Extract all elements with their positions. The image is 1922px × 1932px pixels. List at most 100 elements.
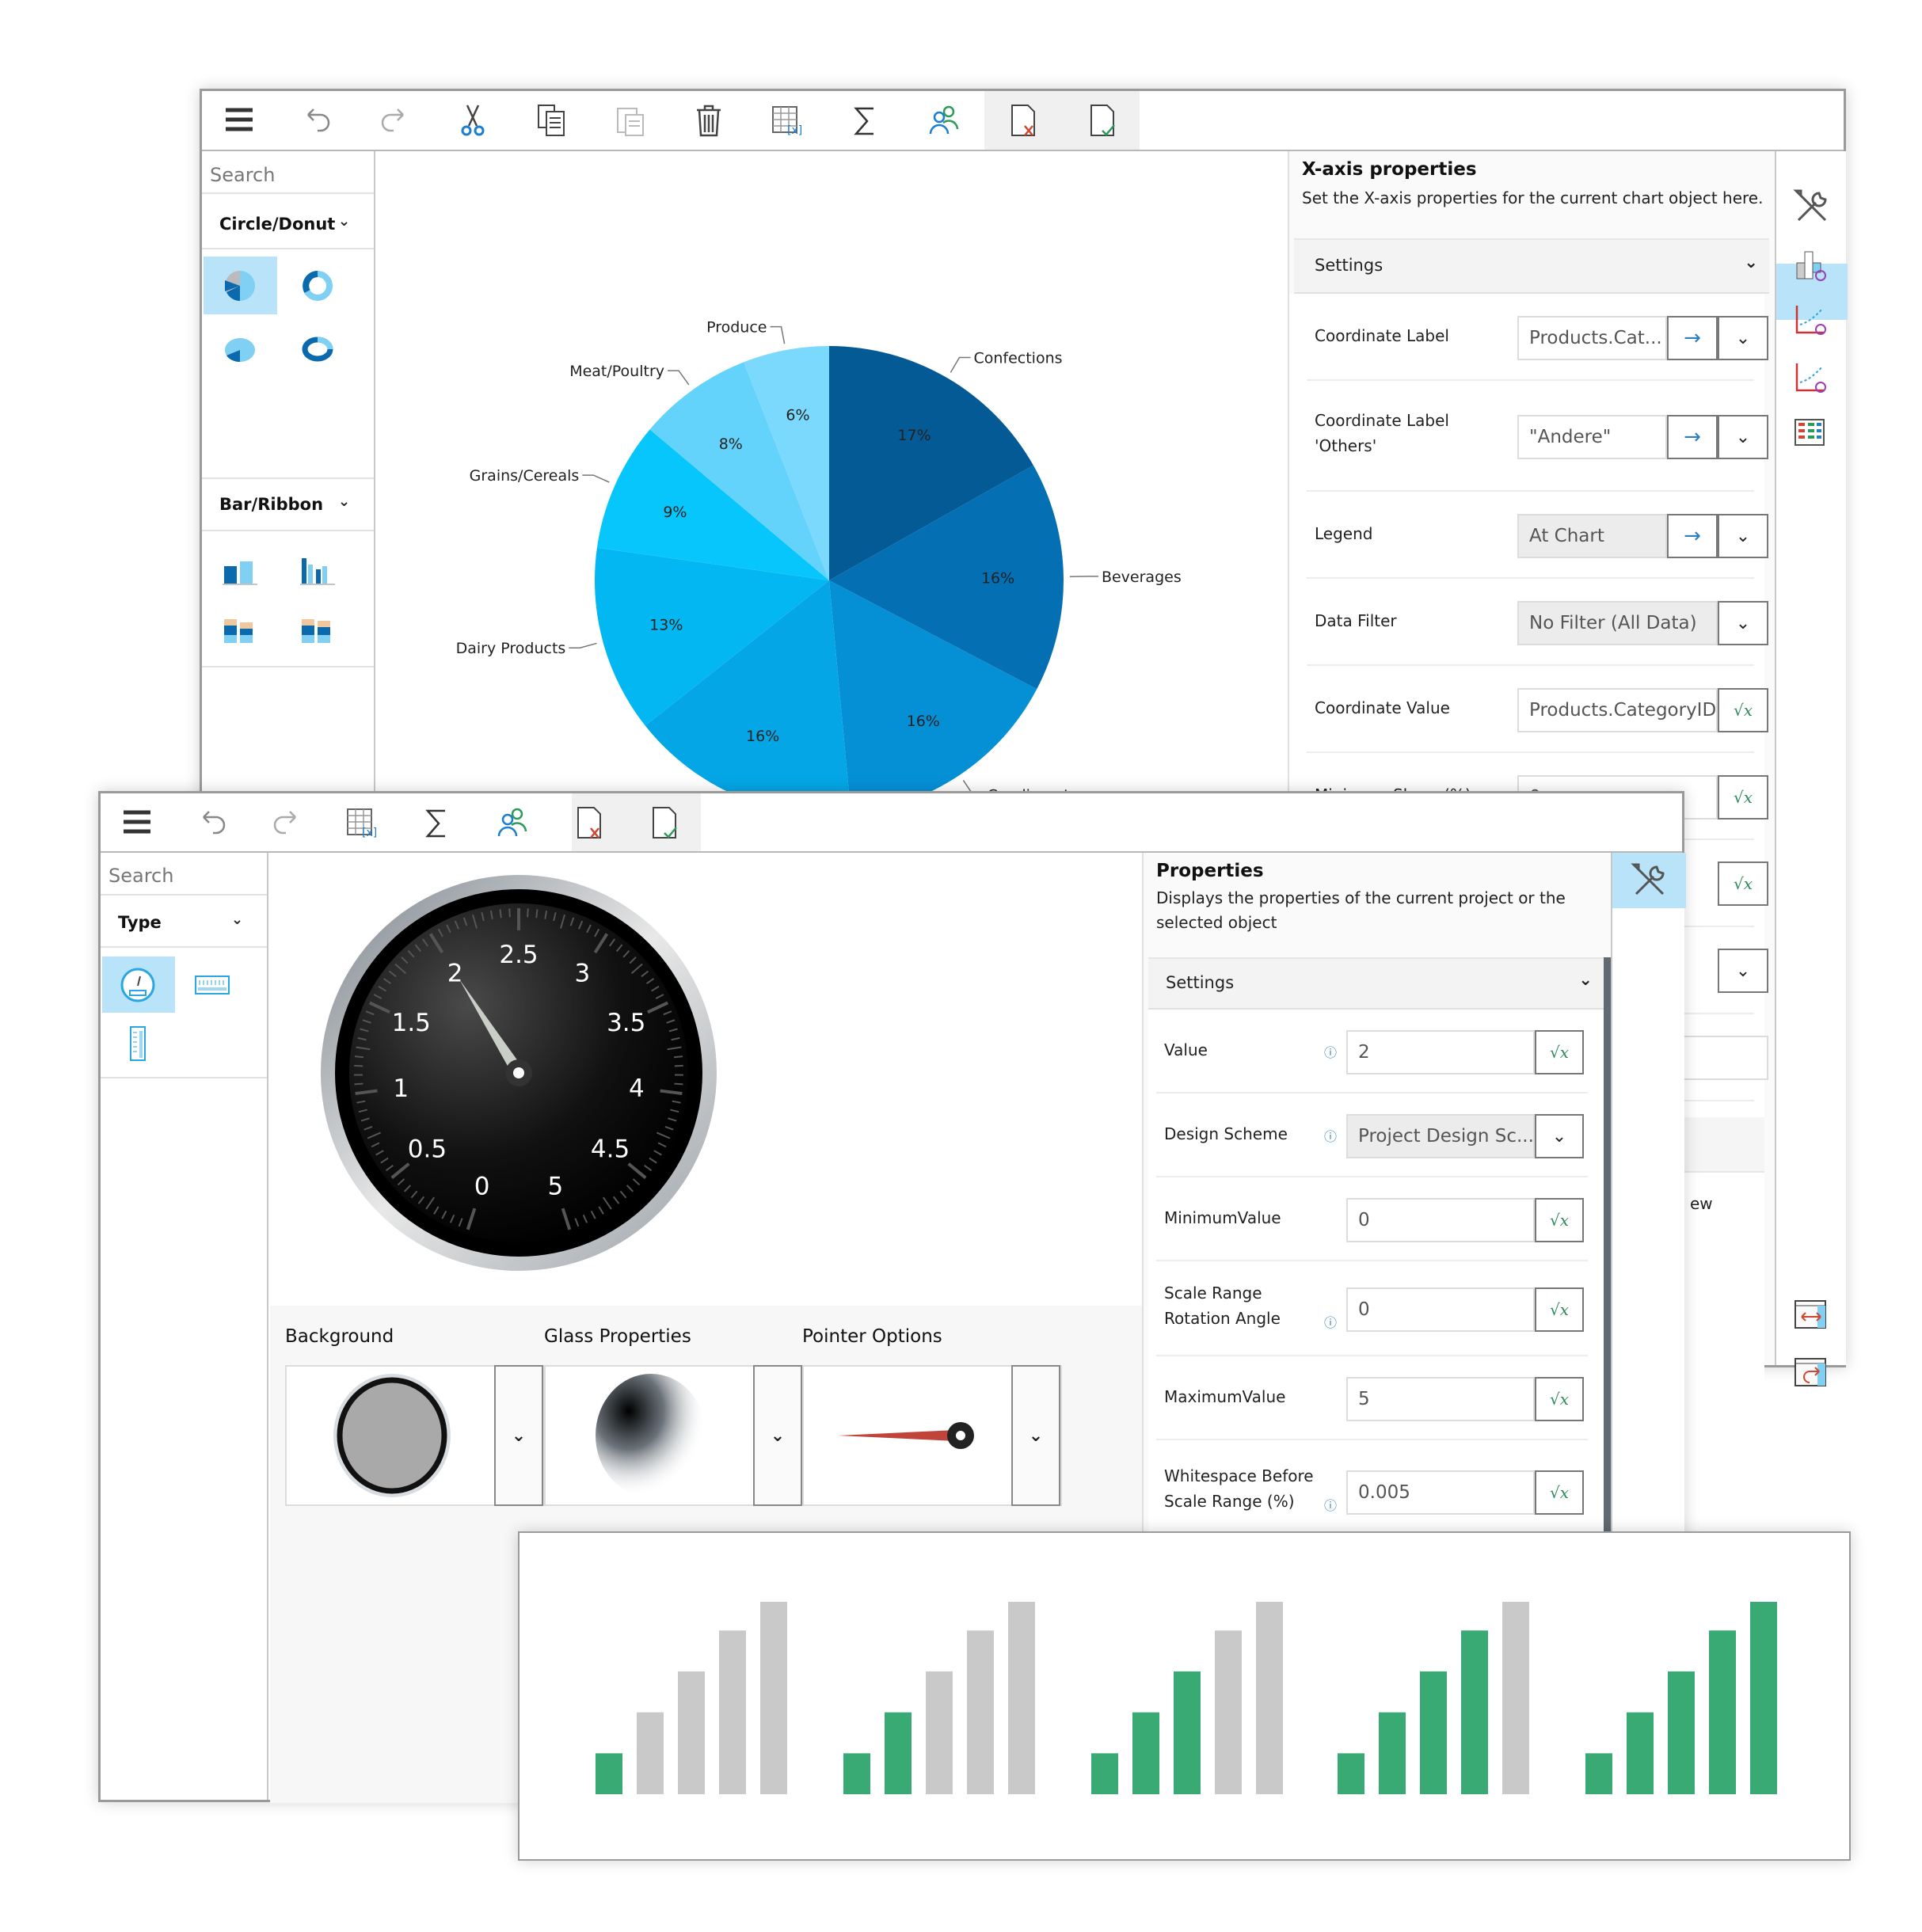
search-input[interactable]: Search — [108, 865, 173, 887]
undo-icon[interactable] — [293, 97, 341, 144]
y-axis-settings-icon[interactable] — [1792, 359, 1832, 398]
dropdown-button[interactable]: ⌄ — [1718, 316, 1768, 360]
formula-button[interactable]: √x — [1535, 1198, 1584, 1242]
redo-icon[interactable] — [263, 799, 310, 846]
property-value-input[interactable]: 0 — [1346, 1198, 1535, 1242]
property-value-input[interactable]: Products.CategoryID — [1517, 688, 1718, 732]
pie-3d-icon[interactable] — [222, 330, 257, 366]
property-value-input[interactable]: Products.Cat... — [1517, 316, 1667, 360]
sum-icon[interactable] — [413, 799, 460, 846]
chevron-down-icon[interactable]: ⌄ — [338, 213, 350, 230]
formula-button[interactable]: √x — [1535, 1030, 1584, 1074]
delete-icon[interactable] — [685, 97, 733, 144]
chart-settings-icon[interactable] — [1792, 245, 1832, 285]
stacked-column-icon[interactable] — [299, 612, 335, 648]
glass-properties-option[interactable]: ⌄ — [544, 1365, 804, 1506]
users-icon[interactable] — [489, 799, 536, 846]
chevron-down-icon[interactable]: ⌄ — [338, 493, 350, 510]
dropdown-button[interactable]: ⌄ — [1718, 949, 1768, 993]
gauge-tick-label: 2.5 — [499, 941, 538, 969]
link-arrow-button[interactable]: → — [1667, 415, 1718, 459]
divider — [202, 477, 374, 479]
copy-icon[interactable] — [528, 97, 576, 144]
illustration-bar — [843, 1753, 870, 1794]
dropdown-button[interactable]: ⌄ — [1718, 601, 1768, 645]
tools-icon[interactable] — [1792, 187, 1832, 226]
table-formula-icon[interactable]: [x] — [763, 97, 810, 144]
x-axis-settings-icon[interactable] — [1792, 301, 1832, 340]
formula-button[interactable]: √x — [1535, 1470, 1584, 1515]
info-icon[interactable]: ⓘ — [1324, 1495, 1337, 1514]
property-value-input[interactable]: Project Design Sc... — [1346, 1114, 1535, 1158]
dropdown-button[interactable]: ⌄ — [494, 1365, 543, 1506]
radial-gauge[interactable]: 0 0.5 1 1.5 2 2.5 3 3.5 4 4.5 5 — [268, 853, 736, 1320]
linear-gauge-horizontal-icon[interactable] — [194, 967, 230, 1003]
linear-gauge-vertical-icon[interactable] — [120, 1025, 156, 1062]
divider — [202, 666, 374, 667]
link-arrow-button[interactable]: → — [1667, 514, 1718, 558]
info-icon[interactable]: ⓘ — [1324, 1126, 1337, 1145]
settings-section-header[interactable]: Settings ⌄ — [1294, 238, 1769, 294]
panel-swap-icon[interactable] — [1792, 1296, 1832, 1336]
background-option[interactable]: ⌄ — [285, 1365, 545, 1506]
gauge-tick — [499, 909, 502, 918]
dropdown-button[interactable]: ⌄ — [1718, 415, 1768, 459]
formula-button[interactable]: √x — [1718, 861, 1768, 906]
stacked-bar-icon[interactable] — [222, 612, 257, 648]
chevron-down-icon[interactable]: ⌄ — [231, 911, 243, 928]
property-label: Scale Range Rotation Angle — [1164, 1284, 1281, 1328]
property-value-input[interactable]: 0 — [1346, 1287, 1535, 1332]
donut-chart-icon[interactable] — [299, 268, 335, 303]
formula-button[interactable]: √x — [1535, 1377, 1584, 1421]
dropdown-button[interactable]: ⌄ — [1011, 1365, 1060, 1506]
dropdown-button[interactable]: ⌄ — [753, 1365, 802, 1506]
info-icon[interactable]: ⓘ — [1324, 1312, 1337, 1331]
divider — [202, 248, 374, 249]
property-value-input[interactable]: "Andere" — [1517, 415, 1667, 459]
property-value-input[interactable]: 2 — [1346, 1030, 1535, 1074]
pointer-options-option[interactable]: ⌄ — [802, 1365, 1062, 1506]
group-type[interactable]: Type — [118, 913, 162, 932]
table-formula-icon[interactable]: [x] — [337, 799, 385, 846]
tools-icon[interactable] — [1612, 853, 1686, 908]
sum-icon[interactable] — [841, 97, 889, 144]
settings-section-header[interactable]: Settings ⌄ — [1148, 957, 1604, 1010]
scrollbar[interactable] — [1604, 957, 1611, 1543]
users-icon[interactable] — [920, 97, 968, 144]
panel-redirect-icon[interactable] — [1792, 1354, 1832, 1394]
formula-button[interactable]: √x — [1718, 775, 1768, 820]
menu-icon[interactable] — [113, 799, 161, 846]
radial-gauge-icon[interactable] — [120, 967, 156, 1003]
illustration-bar — [596, 1753, 622, 1794]
discard-file-icon[interactable] — [1000, 97, 1048, 144]
search-input[interactable]: Search — [210, 164, 275, 186]
formula-button[interactable]: √x — [1535, 1287, 1584, 1332]
pie-chart-icon[interactable] — [222, 268, 257, 303]
formula-button[interactable]: √x — [1718, 688, 1768, 732]
menu-icon[interactable] — [215, 97, 263, 144]
dropdown-button[interactable]: ⌄ — [1718, 514, 1768, 558]
dropdown-icon: ⌄ — [1735, 427, 1751, 447]
bar-chart-icon[interactable] — [222, 553, 257, 588]
group-bar-ribbon[interactable]: Bar/Ribbon — [219, 495, 323, 514]
donut-3d-icon[interactable] — [299, 330, 335, 366]
link-arrow-icon: → — [1684, 425, 1701, 449]
property-value-input[interactable]: 5 — [1346, 1377, 1535, 1421]
info-icon[interactable]: ⓘ — [1324, 1042, 1337, 1061]
accept-file-icon[interactable] — [1079, 97, 1127, 144]
undo-icon[interactable] — [188, 799, 236, 846]
data-grid-icon[interactable] — [1792, 415, 1832, 454]
accept-file-icon[interactable] — [641, 799, 689, 846]
link-arrow-button[interactable]: → — [1667, 316, 1718, 360]
property-value-input[interactable]: At Chart — [1517, 514, 1667, 558]
cut-icon[interactable] — [449, 97, 497, 144]
column-chart-icon[interactable] — [299, 553, 335, 588]
property-value-input[interactable]: 0.005 — [1346, 1470, 1535, 1515]
property-value-input[interactable]: No Filter (All Data) — [1517, 601, 1718, 645]
dropdown-button[interactable]: ⌄ — [1535, 1114, 1584, 1158]
discard-file-icon[interactable] — [566, 799, 614, 846]
group-circle-donut[interactable]: Circle/Donut — [219, 215, 335, 234]
chevron-down-icon: ⌄ — [1744, 253, 1758, 272]
redo-icon[interactable] — [371, 97, 418, 144]
paste-icon[interactable] — [607, 97, 655, 144]
